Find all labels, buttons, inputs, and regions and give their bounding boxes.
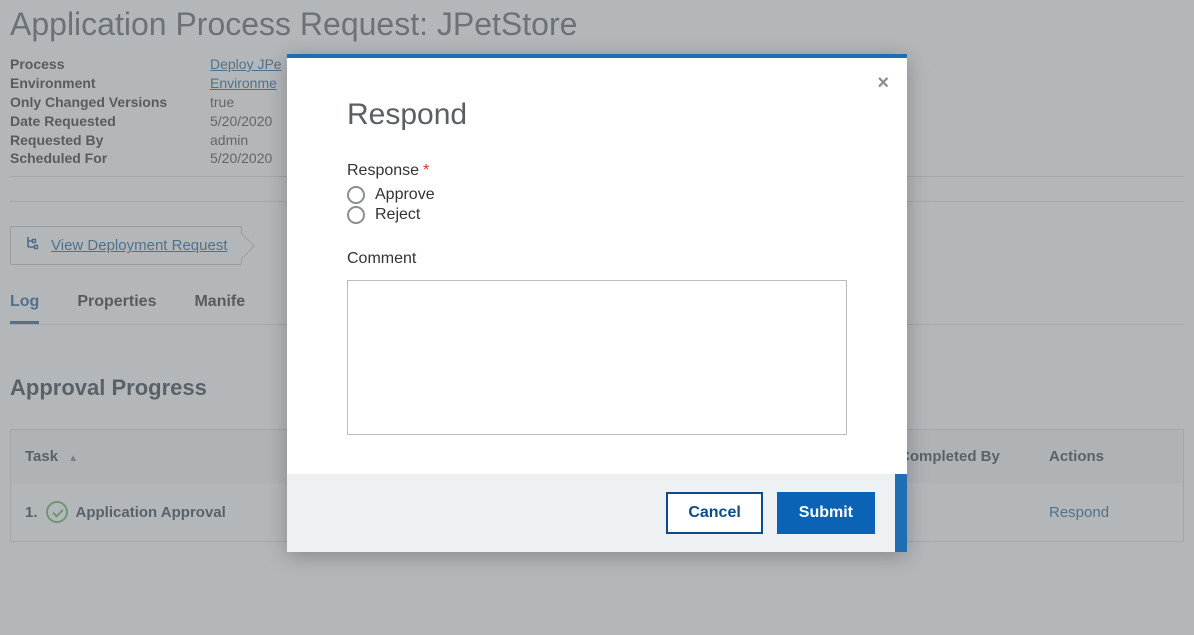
- dialog-footer: Cancel Submit: [287, 474, 907, 552]
- response-field-label: Response *: [347, 162, 847, 180]
- radio-reject-label: Reject: [375, 206, 420, 224]
- radio-approve-label: Approve: [375, 186, 435, 204]
- comment-textarea[interactable]: [347, 280, 847, 435]
- comment-field-label: Comment: [347, 250, 847, 268]
- modal-overlay: × Respond Response * Approve Reject Comm…: [0, 0, 1194, 635]
- radio-icon: [347, 206, 365, 224]
- radio-icon: [347, 186, 365, 204]
- submit-button[interactable]: Submit: [777, 492, 875, 534]
- radio-reject[interactable]: Reject: [347, 206, 847, 224]
- dialog-title: Respond: [347, 98, 847, 132]
- required-icon: *: [423, 162, 429, 180]
- close-icon[interactable]: ×: [877, 72, 889, 95]
- cancel-button[interactable]: Cancel: [666, 492, 762, 534]
- radio-approve[interactable]: Approve: [347, 186, 847, 204]
- respond-dialog: × Respond Response * Approve Reject Comm…: [287, 54, 907, 552]
